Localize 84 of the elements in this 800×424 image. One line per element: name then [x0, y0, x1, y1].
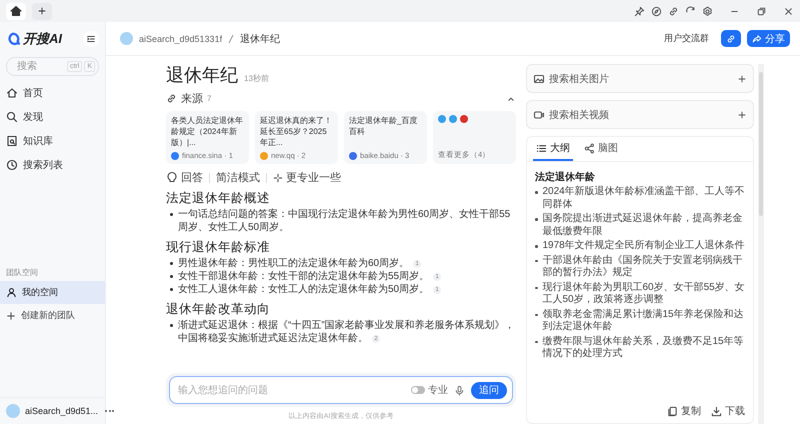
- nav-item[interactable]: 搜索列表: [0, 153, 105, 177]
- breadcrumb-link[interactable]: aiSearch_d9d51331f: [139, 34, 222, 44]
- new-tab-button[interactable]: [32, 2, 52, 20]
- panel-tab[interactable]: 大纲: [533, 137, 573, 161]
- settings-icon[interactable]: [702, 6, 713, 16]
- user-name: aiSearch_d9d51...: [25, 406, 98, 416]
- submit-button[interactable]: 追问: [471, 382, 507, 398]
- nav-item[interactable]: 首页: [0, 81, 105, 105]
- link-icon: [726, 34, 736, 44]
- app-logo: 开搜AI: [23, 30, 62, 48]
- pro-toggle[interactable]: [411, 386, 425, 394]
- plus-icon[interactable]: [737, 110, 747, 120]
- answer-mode[interactable]: 简洁模式: [216, 170, 260, 185]
- team-item[interactable]: 我的空间: [0, 281, 105, 304]
- restore-icon[interactable]: [756, 6, 767, 16]
- toggle-label: 专业: [428, 384, 448, 397]
- plus-icon: [37, 6, 47, 16]
- timestamp: 13秒前: [244, 73, 269, 84]
- avatar: [120, 32, 133, 45]
- outline-item: 2024年新版退休年龄标准涵盖干部、工人等不同群体: [542, 186, 745, 211]
- nav-item[interactable]: 发现: [0, 105, 105, 129]
- follow-up-field[interactable]: 输入您想追问的问题 专业 追问: [169, 376, 513, 404]
- link-icon[interactable]: [668, 6, 679, 16]
- outline-item: 缴费年限与退休年龄关系，及缴费不足15年等情况下的处理方式: [542, 336, 745, 360]
- document-icon: [6, 135, 18, 147]
- source-title: 延迟退休真的来了！延长至65岁？2025年正...: [260, 115, 333, 148]
- section-heading: 现行退休年龄标准: [166, 239, 271, 256]
- close-icon[interactable]: [783, 6, 794, 16]
- answer-mode[interactable]: 回答: [166, 170, 203, 185]
- source-count: 7: [207, 94, 212, 103]
- card-label: 搜索相关图片: [549, 72, 610, 86]
- bullet-text: 一句话总结问题的答案：中国现行法定退休年龄为男性60周岁、女性干部55周岁、女性工人50周岁。: [178, 208, 512, 234]
- more-icon[interactable]: [103, 408, 116, 414]
- section-title: 团队空间: [5, 267, 39, 279]
- card-label: 搜索相关视频: [549, 108, 610, 122]
- scrollbar[interactable]: [758, 64, 764, 424]
- user-icon: [6, 287, 17, 298]
- slash-icon: [228, 34, 234, 44]
- answer-mode[interactable]: 更专业一些: [273, 170, 341, 185]
- copy-button[interactable]: 复制: [667, 404, 701, 418]
- search-card[interactable]: 搜索相关视频: [526, 100, 754, 129]
- download-button[interactable]: 下载: [711, 404, 745, 418]
- community-link[interactable]: 用户交流群: [664, 32, 709, 45]
- compass-icon[interactable]: [651, 6, 662, 16]
- search-card[interactable]: 搜索相关图片: [526, 64, 754, 93]
- menu-icon[interactable]: [83, 31, 99, 47]
- article-title: 退休年纪: [166, 64, 238, 87]
- sources-label: 来源: [181, 92, 203, 106]
- team-item[interactable]: 创建新的团队: [0, 304, 105, 327]
- search-icon: [6, 111, 18, 123]
- plus-icon[interactable]: [737, 74, 747, 84]
- nav-item[interactable]: 知识库: [0, 129, 105, 153]
- share-icon: [752, 34, 762, 44]
- share-button[interactable]: 分享: [747, 30, 790, 47]
- section-heading: 退休年龄改革动向: [166, 301, 271, 318]
- home-icon: [6, 87, 18, 99]
- link-icon: [166, 93, 177, 104]
- outline-item: 领取养老金需满足累计缴满15年养老保险和达到法定退休年龄: [542, 308, 745, 334]
- download-icon: [711, 406, 722, 416]
- outline-item: 干部退休年龄由《国务院关于安置老弱病残干部的暂行办法》规定: [542, 254, 744, 280]
- sparkle-icon: [273, 172, 283, 182]
- lightbulb-icon: [166, 171, 178, 184]
- video-icon: [533, 108, 545, 120]
- outline-item: 国务院提出渐进式延迟退休年龄，提高养老金最低缴费年限: [542, 213, 744, 238]
- outline-title: 法定退休年龄: [535, 170, 596, 184]
- source-title: 各类人员法定退休年龄规定（2024年新版）|...: [171, 115, 244, 148]
- panel-tab[interactable]: 脑图: [581, 137, 621, 161]
- home-tab[interactable]: [6, 2, 26, 20]
- section-heading: 法定退休年龄概述: [166, 190, 271, 207]
- home-icon: [10, 5, 22, 17]
- mindmap-icon: [584, 142, 595, 154]
- plus-icon: [6, 310, 16, 320]
- clock-icon: [6, 159, 18, 171]
- copy-icon: [667, 406, 678, 416]
- microphone-icon[interactable]: [454, 384, 465, 396]
- outline-item: 1978年文件规定全民所有制企业工人退休条件: [542, 240, 745, 252]
- source-title: 法定退休年龄_百度百科: [349, 115, 418, 137]
- image-icon: [533, 72, 545, 84]
- copy-link-button[interactable]: [721, 30, 741, 47]
- list-icon: [536, 142, 547, 154]
- outline-item: 现行退休年龄为男职工60岁、女干部55岁、女工人50岁，政策将逐步调整: [542, 282, 745, 306]
- page-title: 退休年纪: [240, 32, 280, 46]
- logo-icon: [6, 32, 20, 46]
- pin-icon[interactable]: [634, 6, 645, 16]
